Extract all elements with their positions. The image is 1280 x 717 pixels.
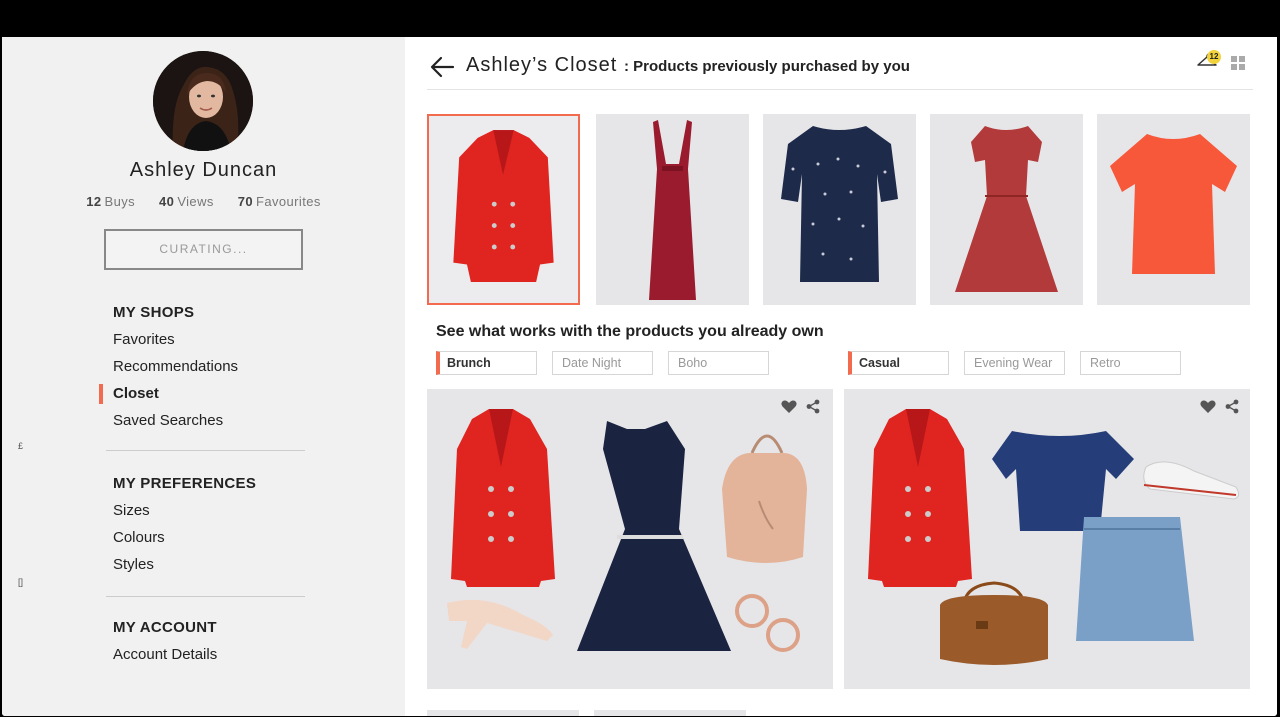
tag-retro[interactable]: Retro [1080,351,1181,375]
page-title: Ashley’s Closet [466,54,618,76]
main-content: Ashley’s Closet : Products previously pu… [405,37,1277,716]
tag-boho[interactable]: Boho [668,351,769,375]
nav-heading: MY ACCOUNT [113,619,217,636]
closet-item-maxi-dress[interactable] [596,114,749,305]
dress-image [649,120,696,300]
sidebar-item-closet[interactable]: Closet [98,380,238,407]
share-icon[interactable] [1225,399,1239,414]
app-window: Ashley Duncan 12 Buys 40 Views 70 Favourite… [2,37,1277,716]
grid-icon[interactable] [1231,56,1245,70]
stat-buys: 12 Buys [86,194,136,209]
stat-views: 40 Views [159,194,214,209]
heart-icon[interactable] [1200,400,1216,414]
sidebar: Ashley Duncan 12 Buys 40 Views 70 Favourite… [2,37,405,716]
sidebar-item-colours[interactable]: Colours [113,524,256,551]
my-shops-section: MY SHOPS Favorites Recommendations Close… [98,299,238,434]
divider [106,596,305,597]
sidebar-item-saved-searches[interactable]: Saved Searches [113,407,238,434]
nav-heading: MY SHOPS [113,304,195,321]
divider [106,450,305,451]
edge-mark: £ [18,441,24,451]
outfit-card-brunch[interactable] [427,389,833,689]
sidebar-item-recommendations[interactable]: Recommendations [113,353,238,380]
header-divider [427,89,1253,90]
sidebar-item-account-details[interactable]: Account Details [113,641,217,668]
heart-icon[interactable] [781,400,797,414]
sidebar-item-favorites[interactable]: Favorites [113,326,238,353]
tee-image [1110,134,1237,274]
lace-dress-image [955,126,1058,292]
closet-item-navy-top[interactable] [763,114,916,305]
closet-item-red-blazer[interactable] [427,114,580,305]
tag-brunch[interactable]: Brunch [436,351,537,375]
my-account-section: MY ACCOUNT Account Details [113,614,217,668]
tag-casual[interactable]: Casual [848,351,949,375]
outfit-card-casual[interactable] [844,389,1250,689]
back-arrow-icon[interactable] [429,55,455,79]
closet-item-coral-tee[interactable] [1097,114,1250,305]
hanger-count-badge: 12 [1207,50,1221,64]
blazer-image [453,130,554,283]
next-outfit-card [427,710,579,716]
next-outfit-card [594,710,746,716]
my-preferences-section: MY PREFERENCES Sizes Colours Styles [113,470,256,578]
tag-evening-wear[interactable]: Evening Wear [964,351,1065,375]
closet-item-lace-dress[interactable] [930,114,1083,305]
outfit-image [868,409,1240,665]
profile-stats: 12 Buys 40 Views 70 Favourites [2,194,405,209]
outfit-image [447,409,807,652]
curating-button[interactable]: CURATING... [104,229,303,270]
page-subtitle: : Products previously purchased by you [624,58,910,75]
stat-favourites: 70 Favourites [237,194,321,209]
sidebar-item-styles[interactable]: Styles [113,551,256,578]
nav-heading: MY PREFERENCES [113,475,257,492]
tag-date-night[interactable]: Date Night [552,351,653,375]
share-icon[interactable] [806,399,820,414]
sidebar-item-sizes[interactable]: Sizes [113,497,256,524]
avatar[interactable] [153,51,253,151]
top-image [781,126,898,282]
profile-name: Ashley Duncan [129,159,278,181]
section-title: See what works with the products you alr… [436,323,824,340]
edge-mark: [] [18,577,24,587]
